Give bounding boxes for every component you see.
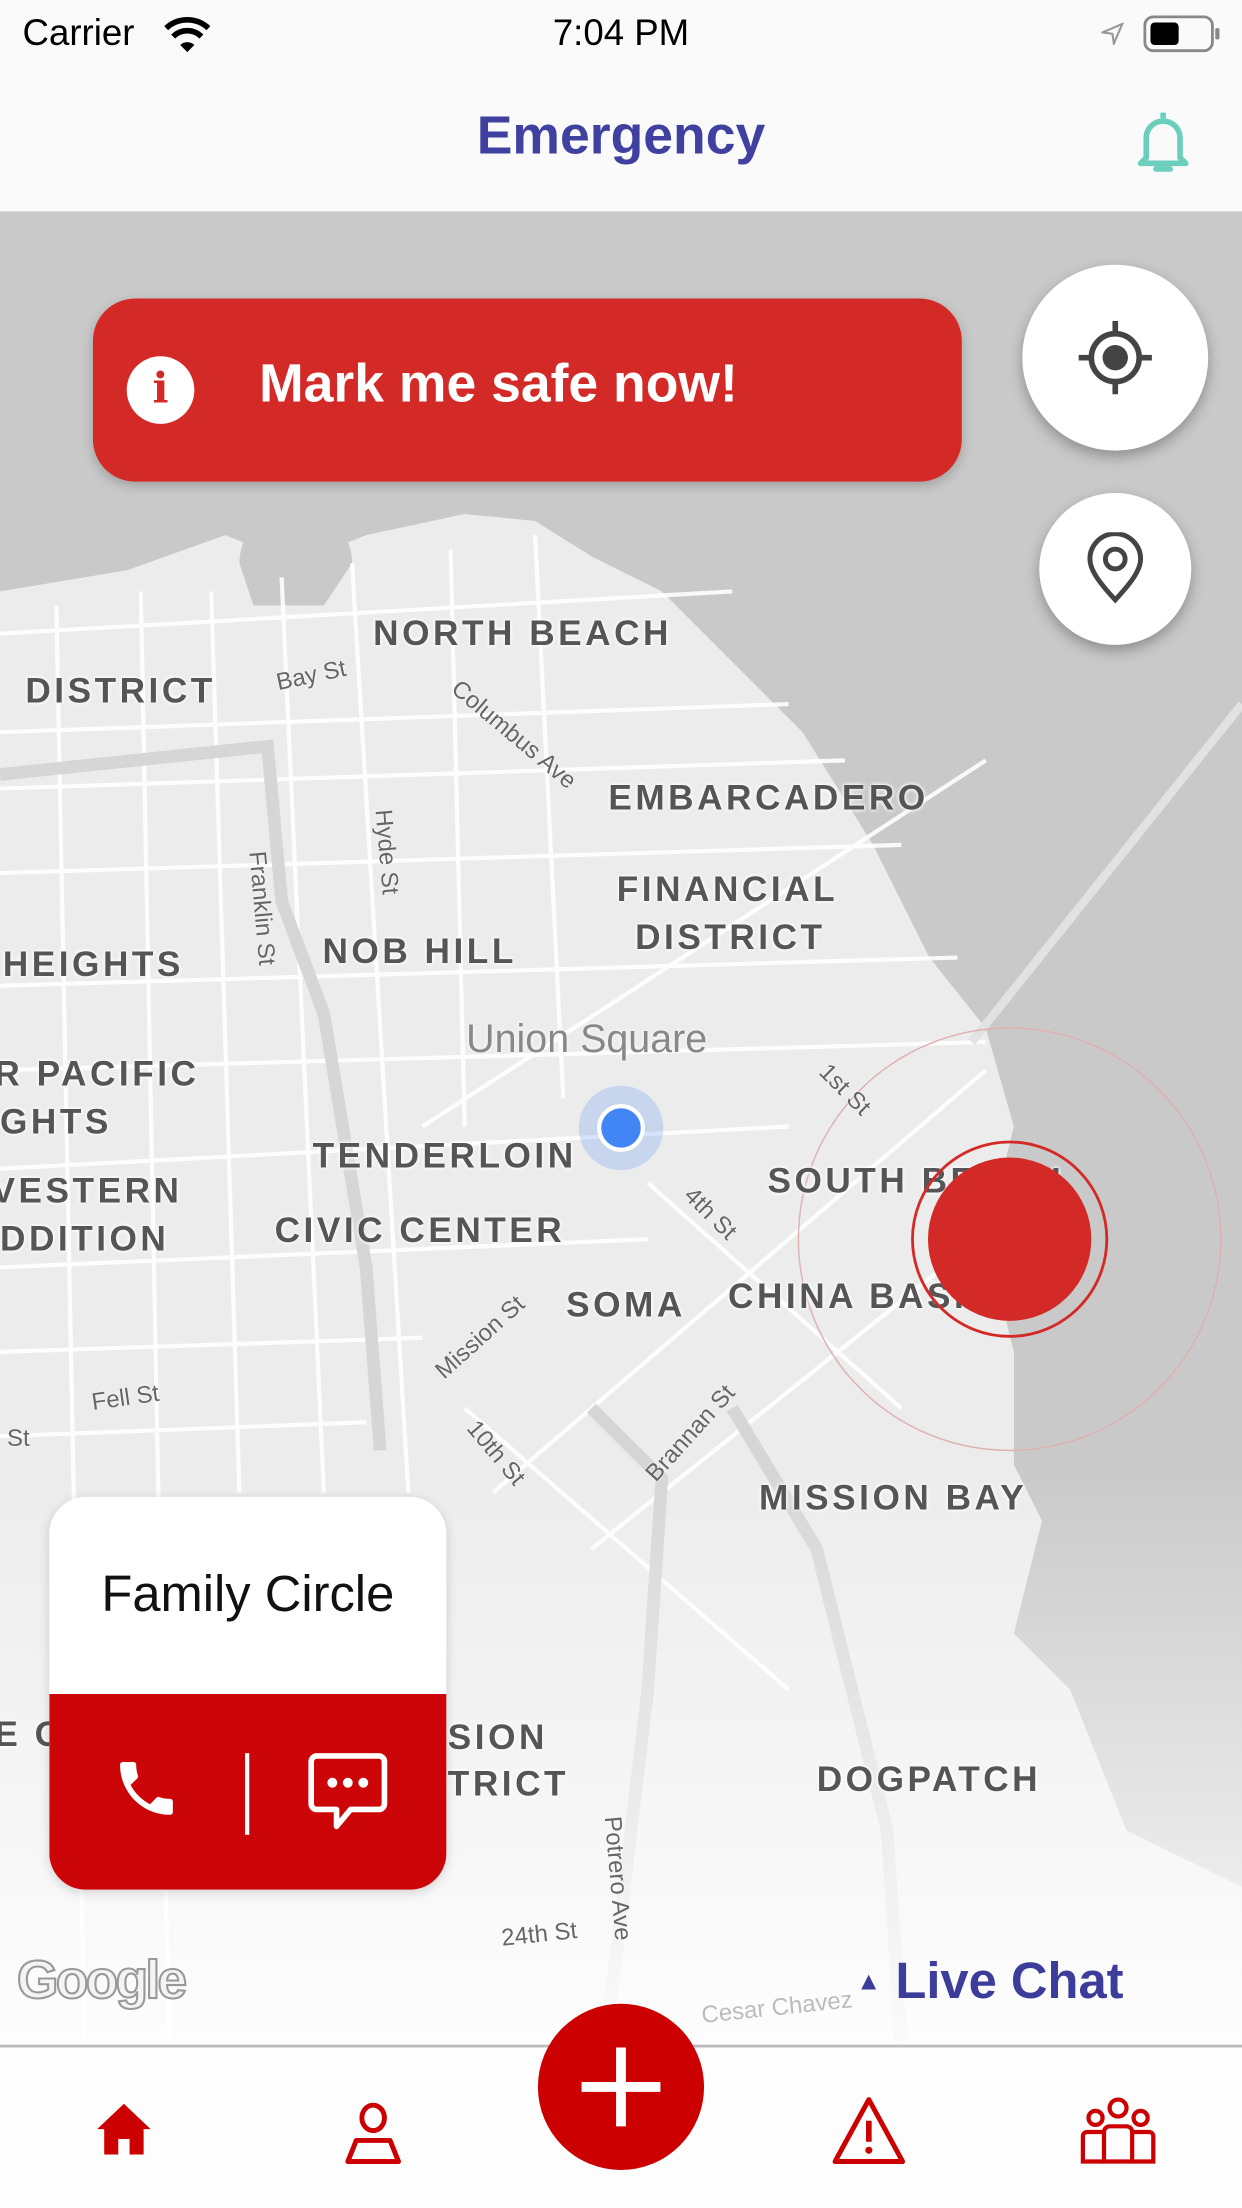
family-circle-actions (49, 1694, 447, 1890)
map-label: GHTS (0, 1102, 112, 1143)
map-label: R PACIFIC (0, 1054, 200, 1095)
live-chat-button[interactable]: ▲ Live Chat (856, 1952, 1123, 2011)
info-icon: i (126, 356, 195, 424)
street-label: Bay St (273, 654, 349, 696)
divider (245, 1753, 250, 1835)
emergency-marker[interactable] (927, 1157, 1092, 1321)
street-label: Columbus Ave (446, 674, 582, 795)
map-label: DDITION (0, 1219, 170, 1259)
status-bar: Carrier 7:04 PM (0, 0, 1242, 73)
google-logo: Google (16, 1951, 188, 2012)
street-label: 24th St (500, 1916, 579, 1952)
live-chat-label: Live Chat (895, 1951, 1124, 2010)
map-label: MISSION BAY (758, 1478, 1028, 1518)
crosshair-icon (1078, 321, 1152, 395)
landmark-label: Union Square (466, 1016, 708, 1061)
battery-icon (1143, 15, 1220, 53)
map-label: CIVIC CENTER (274, 1211, 566, 1251)
street-label: Fell St (89, 1379, 161, 1416)
street-label: Potrero Ave (599, 1815, 637, 1942)
map-label: NORTH BEACH (373, 613, 673, 654)
mark-safe-label: Mark me safe now! (259, 354, 738, 414)
street-label: Brannan St (640, 1379, 741, 1487)
street-label: Hyde St (369, 808, 404, 896)
map-label: TRICT (447, 1764, 570, 1804)
street-label: Franklin St (243, 850, 281, 967)
locate-me-button[interactable] (1022, 264, 1209, 451)
header: Emergency (0, 73, 1242, 212)
street-label: Mission St (430, 1290, 530, 1385)
map-label: DISTRICT (25, 671, 216, 712)
map-label: FINANCIAL (616, 870, 839, 910)
map-label: SION (447, 1717, 548, 1758)
map-label: DOGPATCH (816, 1760, 1042, 1800)
map-label: NOB HILL (322, 932, 517, 972)
phone-icon[interactable] (111, 1753, 181, 1823)
add-emergency-button[interactable] (537, 2003, 705, 2170)
map-label: HEIGHTS (2, 944, 184, 985)
page-title: Emergency (476, 107, 766, 167)
map-label: VESTERN (0, 1171, 183, 1212)
street-label: 1st St (813, 1058, 877, 1121)
family-circle-title: Family Circle (101, 1564, 395, 1623)
street-label: 10th St (461, 1415, 531, 1491)
street-label: 4th St (678, 1181, 743, 1245)
caret-up-icon: ▲ (856, 1967, 882, 1996)
warning-icon[interactable] (831, 2095, 907, 2165)
clock: 7:04 PM (552, 11, 690, 54)
group-icon[interactable] (1079, 2095, 1158, 2165)
map-pin-icon (1087, 532, 1144, 604)
plus-icon (581, 2047, 661, 2127)
mark-safe-button[interactable]: i Mark me safe now! (92, 298, 962, 482)
location-arrow-icon (1101, 22, 1124, 46)
home-icon[interactable] (94, 2101, 153, 2157)
user-location-dot (597, 1103, 645, 1152)
street-label: St (7, 1425, 30, 1452)
map-label: EMBARCADERO (608, 778, 929, 819)
map-label: SOMA (566, 1285, 686, 1326)
bell-icon[interactable] (1135, 110, 1191, 175)
map-pin-button[interactable] (1039, 492, 1192, 645)
person-icon[interactable] (342, 2101, 404, 2166)
map-label: TENDERLOIN (312, 1136, 577, 1176)
street-label: Cesar Chavez (700, 1986, 854, 2029)
chat-bubble-icon[interactable] (306, 1750, 390, 1832)
family-circle-card[interactable]: Family Circle (49, 1496, 447, 1890)
map-label: DISTRICT (635, 918, 826, 958)
